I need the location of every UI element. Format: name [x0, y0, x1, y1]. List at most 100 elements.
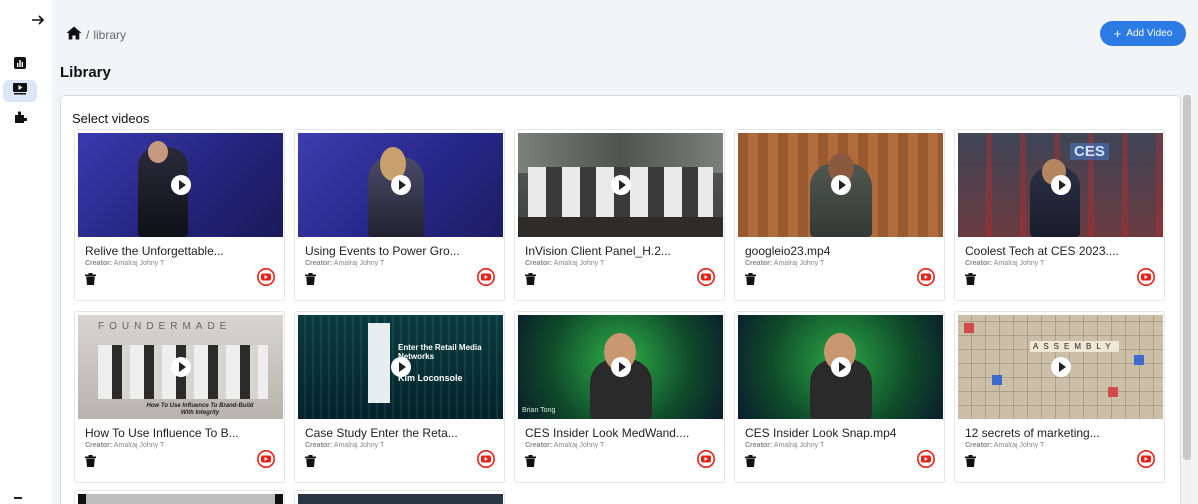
- video-title: Relive the Unforgettable...: [85, 244, 224, 258]
- breadcrumb: / library: [66, 26, 126, 43]
- video-title: CES Insider Look Snap.mp4: [745, 426, 897, 440]
- video-thumbnail[interactable]: Brian Tong: [518, 315, 723, 419]
- video-creator: Creator: Amalraj Johny T: [305, 260, 385, 267]
- breadcrumb-current: library: [93, 27, 127, 42]
- video-title: Case Study Enter the Reta...: [305, 426, 458, 440]
- trash-icon[interactable]: [85, 454, 96, 467]
- video-thumbnail[interactable]: [78, 494, 283, 504]
- puzzle-icon: [13, 110, 28, 129]
- video-creator: Creator: Amalraj Johny T: [525, 442, 605, 449]
- youtube-icon[interactable]: [477, 450, 495, 468]
- play-icon[interactable]: [831, 175, 851, 195]
- trash-icon[interactable]: [305, 454, 316, 467]
- video-creator: Creator: Amalraj Johny T: [85, 260, 165, 267]
- youtube-icon[interactable]: [257, 450, 275, 468]
- video-title: CES Insider Look MedWand....: [525, 426, 690, 440]
- play-icon[interactable]: [171, 357, 191, 377]
- ces-logo: CES: [1070, 143, 1109, 160]
- play-icon[interactable]: [611, 175, 631, 195]
- video-card[interactable]: CES Insider Look Snap.mp4 Creator: Amalr…: [734, 311, 945, 483]
- select-videos-label: Select videos: [72, 111, 150, 126]
- video-title: InVision Client Panel_H.2...: [525, 244, 671, 258]
- video-thumbnail[interactable]: [298, 494, 503, 504]
- video-title: Using Events to Power Gro...: [305, 244, 460, 258]
- video-card[interactable]: [74, 490, 285, 504]
- sidebar-item-integrations[interactable]: [3, 108, 37, 130]
- thumbnail-speaker: Brian Tong: [522, 407, 556, 414]
- video-title: 12 secrets of marketing...: [965, 426, 1100, 440]
- trash-icon[interactable]: [305, 272, 316, 285]
- video-creator: Creator: Amalraj Johny T: [965, 442, 1045, 449]
- youtube-icon[interactable]: [1137, 450, 1155, 468]
- video-thumbnail[interactable]: [738, 315, 943, 419]
- scrollbar-thumb[interactable]: [1183, 95, 1191, 460]
- video-card[interactable]: Brian Tong CES Insider Look MedWand.... …: [514, 311, 725, 483]
- add-video-button[interactable]: + Add Video: [1100, 21, 1186, 46]
- youtube-icon[interactable]: [697, 450, 715, 468]
- video-card[interactable]: FOUNDERMADE How To Use Influence To Bran…: [74, 311, 285, 483]
- youtube-icon[interactable]: [477, 268, 495, 286]
- sidebar: [0, 0, 52, 504]
- video-thumbnail[interactable]: [518, 133, 723, 237]
- foundermade-logo: FOUNDERMADE: [98, 321, 232, 332]
- trash-icon[interactable]: [745, 454, 756, 467]
- video-thumbnail[interactable]: [298, 133, 503, 237]
- video-creator: Creator: Amalraj Johny T: [85, 442, 165, 449]
- youtube-icon[interactable]: [917, 268, 935, 286]
- play-icon[interactable]: [831, 357, 851, 377]
- trash-icon[interactable]: [525, 272, 536, 285]
- video-card[interactable]: ASSEMBLY 12 secrets of marketing... Crea…: [954, 311, 1165, 483]
- arrow-right-icon[interactable]: [30, 12, 46, 28]
- video-card[interactable]: Enter the Retail Media Networks Kim Loco…: [294, 311, 505, 483]
- play-icon[interactable]: [1051, 175, 1071, 195]
- video-card[interactable]: Relive the Unforgettable... Creator: Ama…: [74, 129, 285, 301]
- video-thumbnail[interactable]: [738, 133, 943, 237]
- youtube-icon[interactable]: [1137, 268, 1155, 286]
- scrabble-word: ASSEMBLY: [1030, 341, 1119, 352]
- video-creator: Creator: Amalraj Johny T: [745, 260, 825, 267]
- trash-icon[interactable]: [965, 272, 976, 285]
- video-card[interactable]: Using Events to Power Gro... Creator: Am…: [294, 129, 505, 301]
- sidebar-bottom-divider: [14, 497, 22, 499]
- video-card[interactable]: googleio23.mp4 Creator: Amalraj Johny T: [734, 129, 945, 301]
- play-icon[interactable]: [171, 175, 191, 195]
- video-creator: Creator: Amalraj Johny T: [525, 260, 605, 267]
- video-thumbnail[interactable]: CES: [958, 133, 1163, 237]
- video-creator: Creator: Amalraj Johny T: [965, 260, 1045, 267]
- youtube-icon[interactable]: [917, 450, 935, 468]
- thumbnail-caption: How To Use Influence To Brand-Build With…: [146, 403, 254, 416]
- video-card[interactable]: [294, 490, 505, 504]
- thumbnail-headline: Enter the Retail Media Networks: [398, 343, 482, 361]
- trash-icon[interactable]: [745, 272, 756, 285]
- thumbnail-speaker: Kim Loconsole: [398, 373, 463, 383]
- sidebar-item-library[interactable]: [3, 80, 37, 102]
- play-icon[interactable]: [391, 175, 411, 195]
- trash-icon[interactable]: [965, 454, 976, 467]
- trash-icon[interactable]: [85, 272, 96, 285]
- trash-icon[interactable]: [525, 454, 536, 467]
- page-title: Library: [60, 64, 111, 81]
- add-video-label: Add Video: [1126, 28, 1173, 39]
- video-card[interactable]: InVision Client Panel_H.2... Creator: Am…: [514, 129, 725, 301]
- youtube-icon[interactable]: [697, 268, 715, 286]
- video-creator: Creator: Amalraj Johny T: [745, 442, 825, 449]
- bar-chart-icon: [14, 56, 26, 74]
- video-card[interactable]: CES Coolest Tech at CES 2023.... Creator…: [954, 129, 1165, 301]
- video-thumbnail[interactable]: Enter the Retail Media Networks Kim Loco…: [298, 315, 503, 419]
- youtube-icon[interactable]: [257, 268, 275, 286]
- video-thumbnail[interactable]: [78, 133, 283, 237]
- video-title: How To Use Influence To B...: [85, 426, 239, 440]
- video-library-icon: [13, 82, 27, 100]
- video-title: googleio23.mp4: [745, 244, 831, 258]
- play-icon[interactable]: [1051, 357, 1071, 377]
- video-thumbnail[interactable]: FOUNDERMADE How To Use Influence To Bran…: [78, 315, 283, 419]
- sidebar-item-analytics[interactable]: [3, 54, 37, 76]
- play-icon[interactable]: [611, 357, 631, 377]
- plus-icon: +: [1113, 26, 1122, 41]
- breadcrumb-separator: /: [86, 27, 90, 42]
- video-title: Coolest Tech at CES 2023....: [965, 244, 1119, 258]
- home-icon[interactable]: [66, 26, 82, 43]
- play-icon[interactable]: [391, 357, 411, 377]
- video-creator: Creator: Amalraj Johny T: [305, 442, 385, 449]
- video-thumbnail[interactable]: ASSEMBLY: [958, 315, 1163, 419]
